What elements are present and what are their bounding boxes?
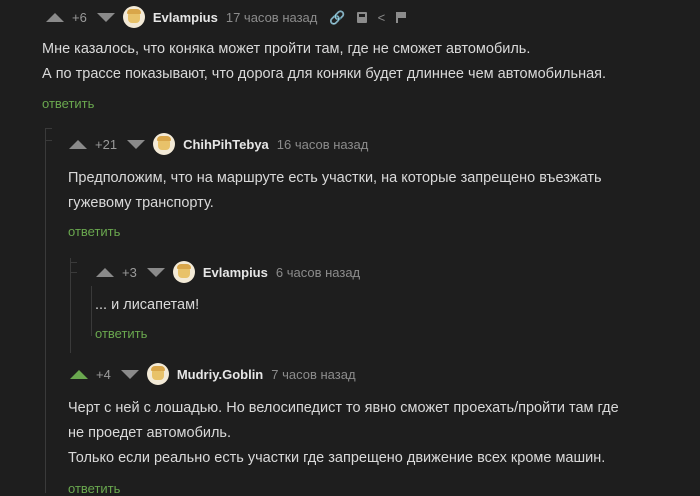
thread-tick <box>45 128 52 129</box>
author-name[interactable]: Mudriy.Goblin <box>177 367 263 382</box>
avatar[interactable] <box>146 363 169 385</box>
avatar[interactable] <box>122 6 145 28</box>
share-icon[interactable]: < <box>378 11 386 24</box>
comment-line: гужевому транспорту. <box>68 195 214 211</box>
comment-line: Черт с ней с лошадью. Но велосипедист то… <box>68 400 619 416</box>
downvote-icon[interactable] <box>96 12 115 22</box>
thread-tick <box>70 262 77 263</box>
comment-rating: +6 <box>72 9 87 25</box>
downvote-icon[interactable] <box>127 139 146 149</box>
thread-line-level3[interactable] <box>91 286 92 336</box>
reply-link[interactable]: ответить <box>42 96 94 111</box>
thread-tick <box>70 272 77 273</box>
comment-rating: +21 <box>95 136 118 152</box>
comment-rating: +3 <box>122 264 137 280</box>
comment-header: +3 Evlampius 6 часов назад <box>96 260 360 284</box>
comment-text: Мне казалось, что коняка может пройти та… <box>42 37 606 87</box>
upvote-icon[interactable] <box>46 12 64 22</box>
avatar[interactable] <box>172 261 195 283</box>
reply-link[interactable]: ответить <box>68 224 120 239</box>
comment-rating: +4 <box>96 366 111 382</box>
author-name[interactable]: Evlampius <box>153 10 218 25</box>
reply-link[interactable]: ответить <box>95 326 147 341</box>
downvote-icon[interactable] <box>120 369 139 379</box>
comment-line: А по трассе показывают, что дорога для к… <box>42 66 607 82</box>
comment-header: +21 ChihPihTebya 16 часов назад <box>69 132 368 156</box>
downvote-icon[interactable] <box>146 267 165 277</box>
save-icon[interactable] <box>356 11 367 23</box>
comment-header: +4 Mudriy.Goblin 7 часов назад <box>70 362 356 386</box>
author-name[interactable]: ChihPihTebya <box>183 137 269 152</box>
upvote-icon[interactable] <box>70 369 88 379</box>
comment-time[interactable]: 17 часов назад <box>226 10 318 25</box>
link-icon[interactable]: 🔗 <box>329 11 345 24</box>
comment-line: не проедет автомобиль. <box>68 425 232 441</box>
report-flag-icon[interactable] <box>396 11 408 23</box>
thread-tick <box>45 140 52 141</box>
comment-text: Предположим, что на маршруте есть участк… <box>68 166 602 216</box>
upvote-icon[interactable] <box>96 267 114 277</box>
comment-text: ... и лисапетам! <box>95 293 199 318</box>
avatar[interactable] <box>153 133 176 155</box>
comment-time[interactable]: 7 часов назад <box>271 367 355 382</box>
comment-time[interactable]: 16 часов назад <box>277 137 369 152</box>
author-name[interactable]: Evlampius <box>203 265 268 280</box>
thread-line-level1[interactable] <box>45 128 46 493</box>
reply-link[interactable]: ответить <box>68 481 120 496</box>
comment-text: Черт с ней с лошадью. Но велосипедист то… <box>68 396 619 471</box>
upvote-icon[interactable] <box>69 139 87 149</box>
comment-line: ... и лисапетам! <box>95 297 200 313</box>
comment-line: Предположим, что на маршруте есть участк… <box>68 170 602 186</box>
comment-time[interactable]: 6 часов назад <box>276 265 360 280</box>
comment-line: Только если реально есть участки где зап… <box>68 450 606 466</box>
comment-line: Мне казалось, что коняка может пройти та… <box>42 41 531 57</box>
comment-actions: 🔗 < <box>329 11 419 24</box>
comment-header: +6 Evlampius 17 часов назад 🔗 < <box>46 5 419 29</box>
